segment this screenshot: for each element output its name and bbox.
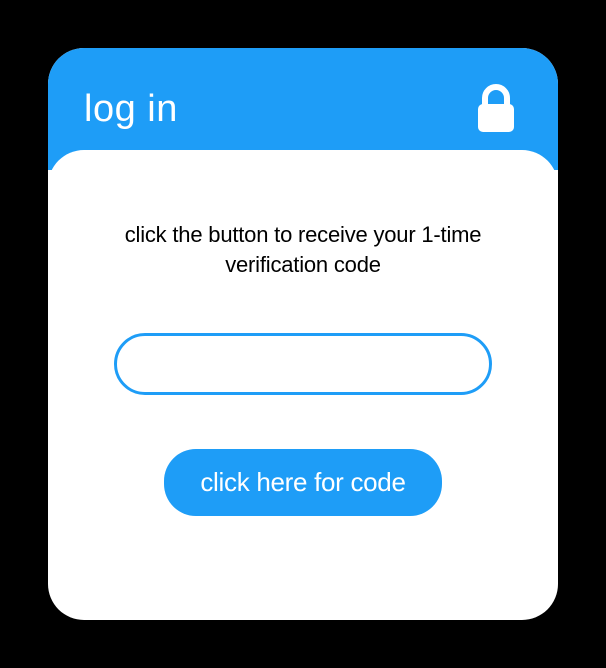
card-header: log in	[48, 48, 558, 170]
get-code-button[interactable]: click here for code	[164, 449, 441, 516]
lock-icon	[474, 84, 518, 134]
header-title: log in	[84, 88, 178, 131]
login-card: log in click the button to receive your …	[48, 48, 558, 620]
verification-code-input[interactable]	[114, 333, 492, 395]
card-body: click the button to receive your 1-time …	[48, 170, 558, 556]
instruction-text: click the button to receive your 1-time …	[94, 220, 512, 279]
